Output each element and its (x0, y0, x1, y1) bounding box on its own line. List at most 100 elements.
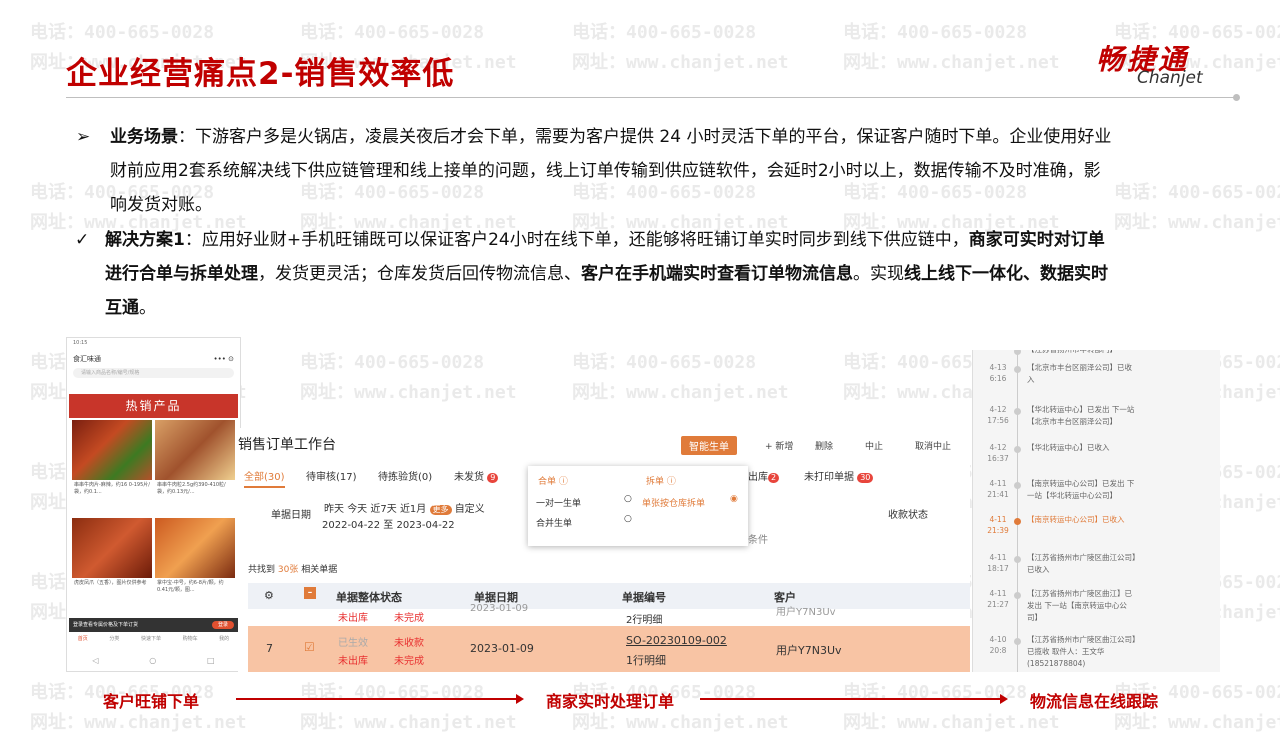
tab-cart[interactable]: 购物车 (183, 635, 198, 653)
watermark-phone: 电话：400-665-0028 (300, 22, 485, 43)
chanjet-logo-en: Chanjet (1137, 68, 1203, 88)
tab-pending-pick[interactable]: 待拣验货(0) (378, 468, 432, 483)
tab-unprinted[interactable]: 未打印单据 30 (804, 468, 874, 483)
home-icon[interactable]: ○ (149, 656, 156, 670)
date-custom[interactable]: 自定义 (455, 504, 485, 515)
title-divider (66, 94, 1240, 101)
product-card[interactable]: 串串牛肉粒2.5g约390-410粒/袋，约0.13元/... (155, 420, 235, 498)
product-card[interactable]: 虎皮凤爪（五香），图片仅供参考 (72, 518, 152, 589)
logistics-clock: 17:56 (987, 416, 1009, 425)
page-title: 企业经营痛点2-销售效率低 (66, 56, 455, 92)
merge-radio-1[interactable]: ○ (624, 494, 632, 504)
merge-radio-2[interactable]: ○ (624, 514, 632, 524)
select-all-checkbox[interactable]: – (304, 587, 316, 599)
tab-all[interactable]: 全部(30) (244, 468, 285, 488)
login-text-wrap: 登录查看专属价格及下单订货 (73, 622, 139, 628)
watermark-site: 网址：www.chanjet.net (572, 52, 789, 73)
product-image (72, 420, 152, 480)
product-desc: 虎皮凤爪（五香），图片仅供参考 (74, 580, 147, 586)
date-today[interactable]: 今天 (347, 504, 367, 515)
flag-unshipped: 未出库 (338, 613, 368, 624)
tab-quick-order[interactable]: 快速下单 (141, 635, 161, 653)
arrow-bullet-icon: ➢ (76, 127, 91, 147)
flag-unpaid: 未收款 (394, 638, 424, 649)
merge-option-combine[interactable]: 合并生单 (536, 516, 572, 529)
timeline-dot-icon (1014, 446, 1021, 453)
table-row[interactable]: 未出库 未完成 2023-01-09 2行明细 用户Y7N3Uv (248, 603, 970, 626)
row-lines: 1行明细 (626, 654, 666, 667)
timeline-dot-icon (1014, 350, 1021, 355)
flag-unfinished: 未完成 (394, 656, 424, 667)
split-title: 拆单 ⓘ (646, 477, 676, 487)
delete-button[interactable]: 删除 (815, 439, 833, 452)
row-checkbox[interactable]: ☑ (304, 640, 315, 654)
logistics-time: 4-12 17:56 (983, 404, 1013, 426)
tab-home[interactable]: 首页 (78, 635, 88, 653)
date-yesterday[interactable]: 昨天 (324, 504, 344, 515)
solution-paragraph: 解决方案1：应用好业财+手机旺铺既可以保证客户24小时在线下单，还能够将旺铺订单… (105, 223, 1225, 325)
col-status[interactable]: 单据整体状态 (336, 589, 402, 605)
order-code-link[interactable]: SO-20230109-002 (626, 634, 727, 647)
step-merchant-process: 商家实时处理订单 (546, 692, 675, 711)
erp-order-workbench: 销售订单工作台 智能生单 + 新增 删除 中止 取消中止 全部(30) 待审核(… (238, 428, 970, 672)
logistics-clock: 21:41 (987, 490, 1009, 499)
logistics-text: 【华北转运中心】已发出 下一站【北京市丰台区丽泽公司】 (1027, 405, 1135, 426)
smart-generate-button[interactable]: 智能生单 (681, 436, 737, 455)
back-icon[interactable]: ◁ (92, 656, 98, 670)
col-code[interactable]: 单据编号 (622, 589, 666, 605)
suspend-button[interactable]: 中止 (865, 439, 883, 452)
phone-status-time: 10:15 (73, 340, 88, 346)
logistics-date: 4-11 (989, 479, 1007, 488)
phone-app-name: 食汇味通 (73, 355, 101, 363)
product-card[interactable]: 串串牛肉片-麻辣，约16 0-195片/袋，约0.1... (72, 420, 152, 498)
cancel-suspend-button[interactable]: 取消中止 (915, 439, 951, 452)
count-badge: 9 (487, 473, 499, 483)
logistics-tracking-panel: 【江苏省扬州市中转部门】 4-13 6:16 【北京市丰台区丽泽公司】已收入 4-12 1… (972, 350, 1220, 672)
recent-icon[interactable]: □ (207, 656, 215, 670)
logistics-clock: 6:16 (989, 374, 1007, 383)
watermark-phone: 电话：400-665-0028 (572, 352, 757, 373)
tab-unshipped[interactable]: 未发货 9 (454, 468, 499, 483)
date-more[interactable]: 更多 (429, 505, 452, 515)
product-desc: 掌中宝-中号，约6-8片/颗，约0.41元/颗，图... (157, 580, 224, 593)
timeline-dot-icon (1014, 592, 1021, 599)
add-button[interactable]: + 新增 (765, 439, 793, 452)
row-customer: 用户Y7N3Uv (776, 607, 836, 618)
timeline-dot-icon (1014, 638, 1021, 645)
gear-icon[interactable]: ⚙ (264, 589, 274, 602)
solution-bold-1: 商家可实时对订单 (968, 230, 1105, 250)
date-7days[interactable]: 近7天 (370, 504, 396, 515)
date-options: 昨天 今天 近7天 近1月 更多 自定义 (324, 500, 485, 515)
logistics-text: 【江苏省扬州市广陵区曲江公司】已收入 (1027, 553, 1136, 574)
row-date: 2023-01-09 (470, 642, 534, 655)
solution-text-2: ，发货更灵活；仓库发货后回传物流信息、 (258, 264, 581, 284)
row-index: 7 (266, 642, 273, 655)
solution-text-1: ：应用好业财+手机旺铺既可以保证客户24小时在线下单，还能够将旺铺订单实时同步到… (184, 230, 969, 250)
date-1month[interactable]: 近1月 (400, 504, 426, 515)
login-button[interactable]: 登录 (211, 621, 234, 629)
tab-category[interactable]: 分类 (109, 635, 119, 653)
tab-outbound[interactable]: 出库 2 (748, 468, 780, 483)
phone-search-input[interactable]: 请输入商品名称/编号/规格 (73, 368, 234, 378)
logistics-time: 4-12 16:37 (983, 442, 1013, 464)
tab-pending-review[interactable]: 待审核(17) (306, 468, 357, 483)
more-icon[interactable]: ••• ⊙ (214, 355, 234, 363)
flag-unfinished: 未完成 (394, 613, 424, 624)
login-bar: 登录查看专属价格及下单订货 登录 (69, 618, 240, 632)
table-row-selected[interactable]: 7 ☑ 已生效 未收款 未出库 未完成 2023-01-09 SO-202301… (248, 626, 970, 672)
product-card[interactable]: 掌中宝-中号，约6-8片/颗，约0.41元/颗，图... (155, 518, 235, 596)
logistics-text: 【北京市丰台区丽泽公司】已收入 (1027, 363, 1132, 384)
product-image (72, 518, 152, 578)
merge-option-one[interactable]: 一对一生单 (536, 496, 581, 509)
logistics-time: 4-13 6:16 (983, 362, 1013, 384)
tab-outbound-label: 出库 (748, 472, 768, 483)
split-option[interactable]: 单张按仓库拆单 (642, 496, 705, 509)
split-radio[interactable]: ◉ (730, 494, 738, 504)
logistics-time: 4-11 21:39 (983, 514, 1013, 536)
solution-bold-5: 互通 (105, 298, 139, 318)
tab-mine[interactable]: 我的 (219, 635, 229, 653)
row-date: 2023-01-09 (470, 603, 529, 614)
logistics-date: 4-11 (989, 515, 1007, 524)
more-conditions[interactable]: 条件 (748, 531, 768, 546)
logistics-date: 4-11 (989, 589, 1007, 598)
